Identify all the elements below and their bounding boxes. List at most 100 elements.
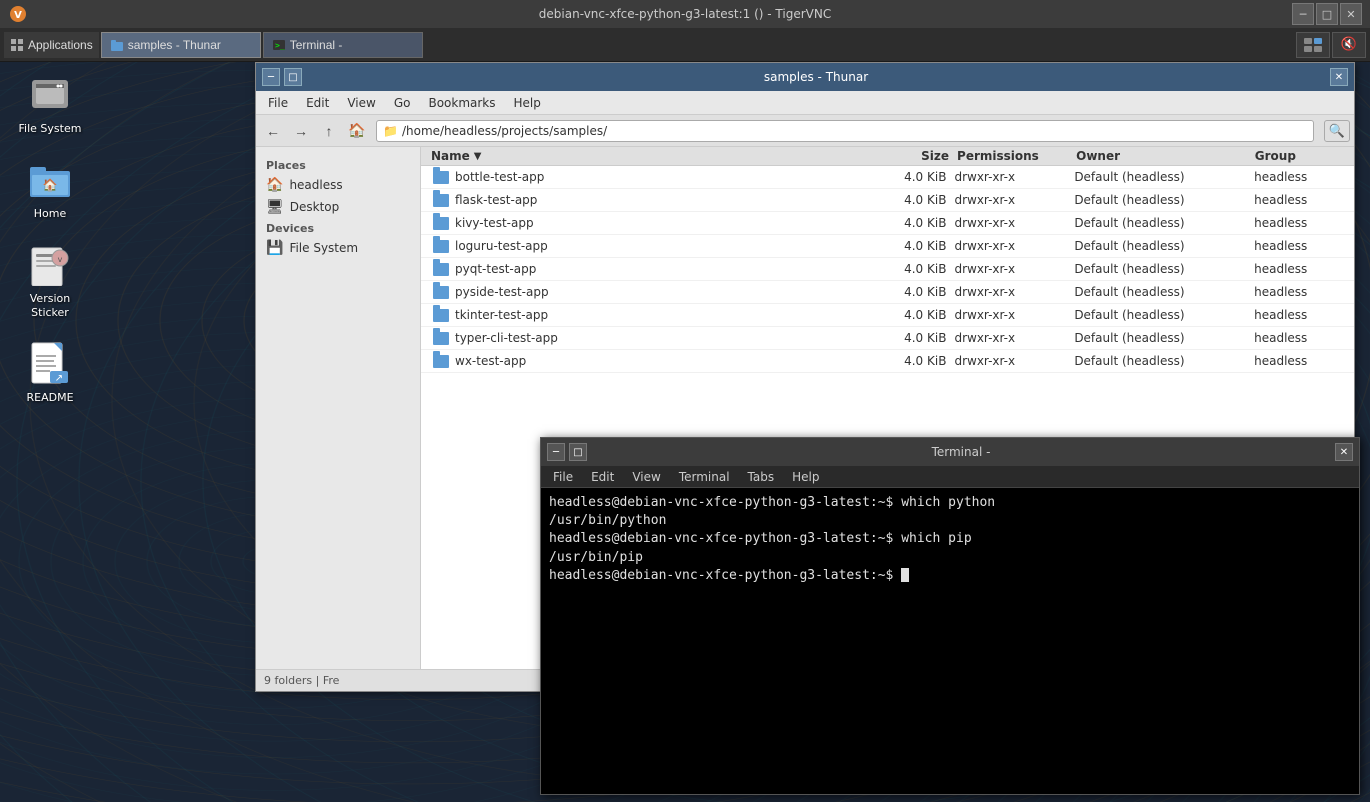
col-size-header[interactable]: Size — [878, 149, 957, 163]
file-permissions: drwxr-xr-x — [954, 308, 1074, 322]
address-bar[interactable]: 📁 /home/headless/projects/samples/ — [376, 120, 1314, 142]
thunar-go-menu[interactable]: Go — [386, 94, 419, 112]
file-group: headless — [1254, 262, 1354, 276]
table-row[interactable]: typer-cli-test-app 4.0 KiB drwxr-xr-x De… — [421, 327, 1354, 350]
home-button[interactable]: 🏠 — [344, 118, 370, 144]
terminal-terminal-menu[interactable]: Terminal — [671, 469, 738, 485]
file-owner: Default (headless) — [1074, 193, 1254, 207]
table-row[interactable]: tkinter-test-app 4.0 KiB drwxr-xr-x Defa… — [421, 304, 1354, 327]
file-group: headless — [1254, 331, 1354, 345]
file-name: kivy-test-app — [455, 216, 875, 230]
file-size: 4.0 KiB — [875, 354, 955, 368]
terminal-body[interactable]: headless@debian-vnc-xfce-python-g3-lates… — [541, 488, 1359, 794]
maximize-button[interactable]: □ — [1316, 3, 1338, 25]
col-owner-header[interactable]: Owner — [1076, 149, 1255, 163]
terminal-taskbar-button[interactable]: >_ Terminal - — [263, 32, 423, 58]
volume-button[interactable]: 🔇 — [1332, 32, 1366, 58]
file-name: wx-test-app — [455, 354, 875, 368]
file-group: headless — [1254, 193, 1354, 207]
terminal-titlebar: ─ □ Terminal - ✕ — [541, 438, 1359, 466]
terminal-taskbar-icon: >_ — [272, 38, 286, 52]
file-size: 4.0 KiB — [875, 262, 955, 276]
parent-folder-button[interactable]: ↑ — [316, 118, 342, 144]
thunar-minimize[interactable]: ─ — [262, 68, 280, 86]
file-permissions: drwxr-xr-x — [954, 170, 1074, 184]
thunar-view-menu[interactable]: View — [339, 94, 383, 112]
desktop-sidebar-icon: 🖥 — [266, 199, 284, 215]
svg-text:🏠: 🏠 — [43, 178, 58, 192]
file-permissions: drwxr-xr-x — [954, 285, 1074, 299]
version-sticker-img: v — [26, 240, 74, 288]
folder-icon — [431, 192, 451, 208]
forward-button[interactable]: → — [288, 118, 314, 144]
search-button[interactable]: 🔍 — [1324, 120, 1350, 142]
terminal-menubar: File Edit View Terminal Tabs Help — [541, 466, 1359, 488]
volume-icon: 🔇 — [1341, 37, 1357, 52]
table-row[interactable]: pyside-test-app 4.0 KiB drwxr-xr-x Defau… — [421, 281, 1354, 304]
file-size: 4.0 KiB — [875, 331, 955, 345]
thunar-menubar: File Edit View Go Bookmarks Help — [256, 91, 1354, 115]
terminal-help-menu[interactable]: Help — [784, 469, 827, 485]
table-row[interactable]: wx-test-app 4.0 KiB drwxr-xr-x Default (… — [421, 350, 1354, 373]
file-owner: Default (headless) — [1074, 285, 1254, 299]
file-group: headless — [1254, 216, 1354, 230]
file-group: headless — [1254, 285, 1354, 299]
table-row[interactable]: bottle-test-app 4.0 KiB drwxr-xr-x Defau… — [421, 166, 1354, 189]
thunar-bookmarks-menu[interactable]: Bookmarks — [420, 94, 503, 112]
file-system-icon[interactable]: File System — [10, 70, 90, 135]
terminal-maximize[interactable]: □ — [569, 443, 587, 461]
table-row[interactable]: kivy-test-app 4.0 KiB drwxr-xr-x Default… — [421, 212, 1354, 235]
file-group: headless — [1254, 308, 1354, 322]
terminal-edit-menu[interactable]: Edit — [583, 469, 622, 485]
table-row[interactable]: pyqt-test-app 4.0 KiB drwxr-xr-x Default… — [421, 258, 1354, 281]
file-system-label: File System — [19, 122, 82, 135]
file-size: 4.0 KiB — [875, 285, 955, 299]
home-folder-icon[interactable]: 🏠 Home — [10, 155, 90, 220]
sidebar-desktop[interactable]: 🖥 Desktop — [256, 196, 420, 218]
thunar-maximize[interactable]: □ — [284, 68, 302, 86]
thunar-edit-menu[interactable]: Edit — [298, 94, 337, 112]
places-section-title: Places — [256, 155, 420, 174]
minimize-button[interactable]: ─ — [1292, 3, 1314, 25]
filesystem-label: File System — [289, 241, 358, 255]
file-permissions: drwxr-xr-x — [954, 193, 1074, 207]
file-size: 4.0 KiB — [875, 239, 955, 253]
version-sticker-icon[interactable]: v Version Sticker — [10, 240, 90, 318]
folder-icon — [431, 238, 451, 254]
back-button[interactable]: ← — [260, 118, 286, 144]
terminal-close[interactable]: ✕ — [1335, 443, 1353, 461]
sort-arrow: ▼ — [474, 151, 482, 162]
folder-icon — [431, 284, 451, 300]
close-button[interactable]: ✕ — [1340, 3, 1362, 25]
col-perms-header[interactable]: Permissions — [957, 149, 1076, 163]
terminal-view-menu[interactable]: View — [624, 469, 668, 485]
thunar-help-menu[interactable]: Help — [506, 94, 549, 112]
file-name: pyqt-test-app — [455, 262, 875, 276]
terminal-tabs-menu[interactable]: Tabs — [740, 469, 783, 485]
col-name-header[interactable]: Name ▼ — [421, 149, 878, 163]
thunar-sidebar: Places 🏠 headless 🖥 Desktop Devices 💾 Fi… — [256, 147, 421, 669]
applications-menu-button[interactable]: Applications — [4, 32, 99, 58]
thunar-close[interactable]: ✕ — [1330, 68, 1348, 86]
sidebar-filesystem[interactable]: 💾 File System — [256, 237, 420, 259]
terminal-file-menu[interactable]: File — [545, 469, 581, 485]
terminal-line: headless@debian-vnc-xfce-python-g3-lates… — [549, 494, 1351, 512]
terminal-line: headless@debian-vnc-xfce-python-g3-lates… — [549, 567, 1351, 585]
table-row[interactable]: loguru-test-app 4.0 KiB drwxr-xr-x Defau… — [421, 235, 1354, 258]
readme-label: README — [26, 391, 73, 404]
file-permissions: drwxr-xr-x — [954, 239, 1074, 253]
terminal-line: /usr/bin/python — [549, 512, 1351, 530]
col-group-header[interactable]: Group — [1255, 149, 1354, 163]
folder-icon — [431, 330, 451, 346]
terminal-minimize[interactable]: ─ — [547, 443, 565, 461]
sidebar-headless[interactable]: 🏠 headless — [256, 174, 420, 196]
folder-icon — [431, 215, 451, 231]
readme-icon[interactable]: ↗ README — [10, 339, 90, 404]
thunar-file-menu[interactable]: File — [260, 94, 296, 112]
table-row[interactable]: flask-test-app 4.0 KiB drwxr-xr-x Defaul… — [421, 189, 1354, 212]
file-name: typer-cli-test-app — [455, 331, 875, 345]
terminal-title: Terminal - — [591, 445, 1331, 459]
thunar-taskbar-button[interactable]: samples - Thunar — [101, 32, 261, 58]
file-name: loguru-test-app — [455, 239, 875, 253]
window-switcher-button[interactable] — [1296, 32, 1330, 58]
